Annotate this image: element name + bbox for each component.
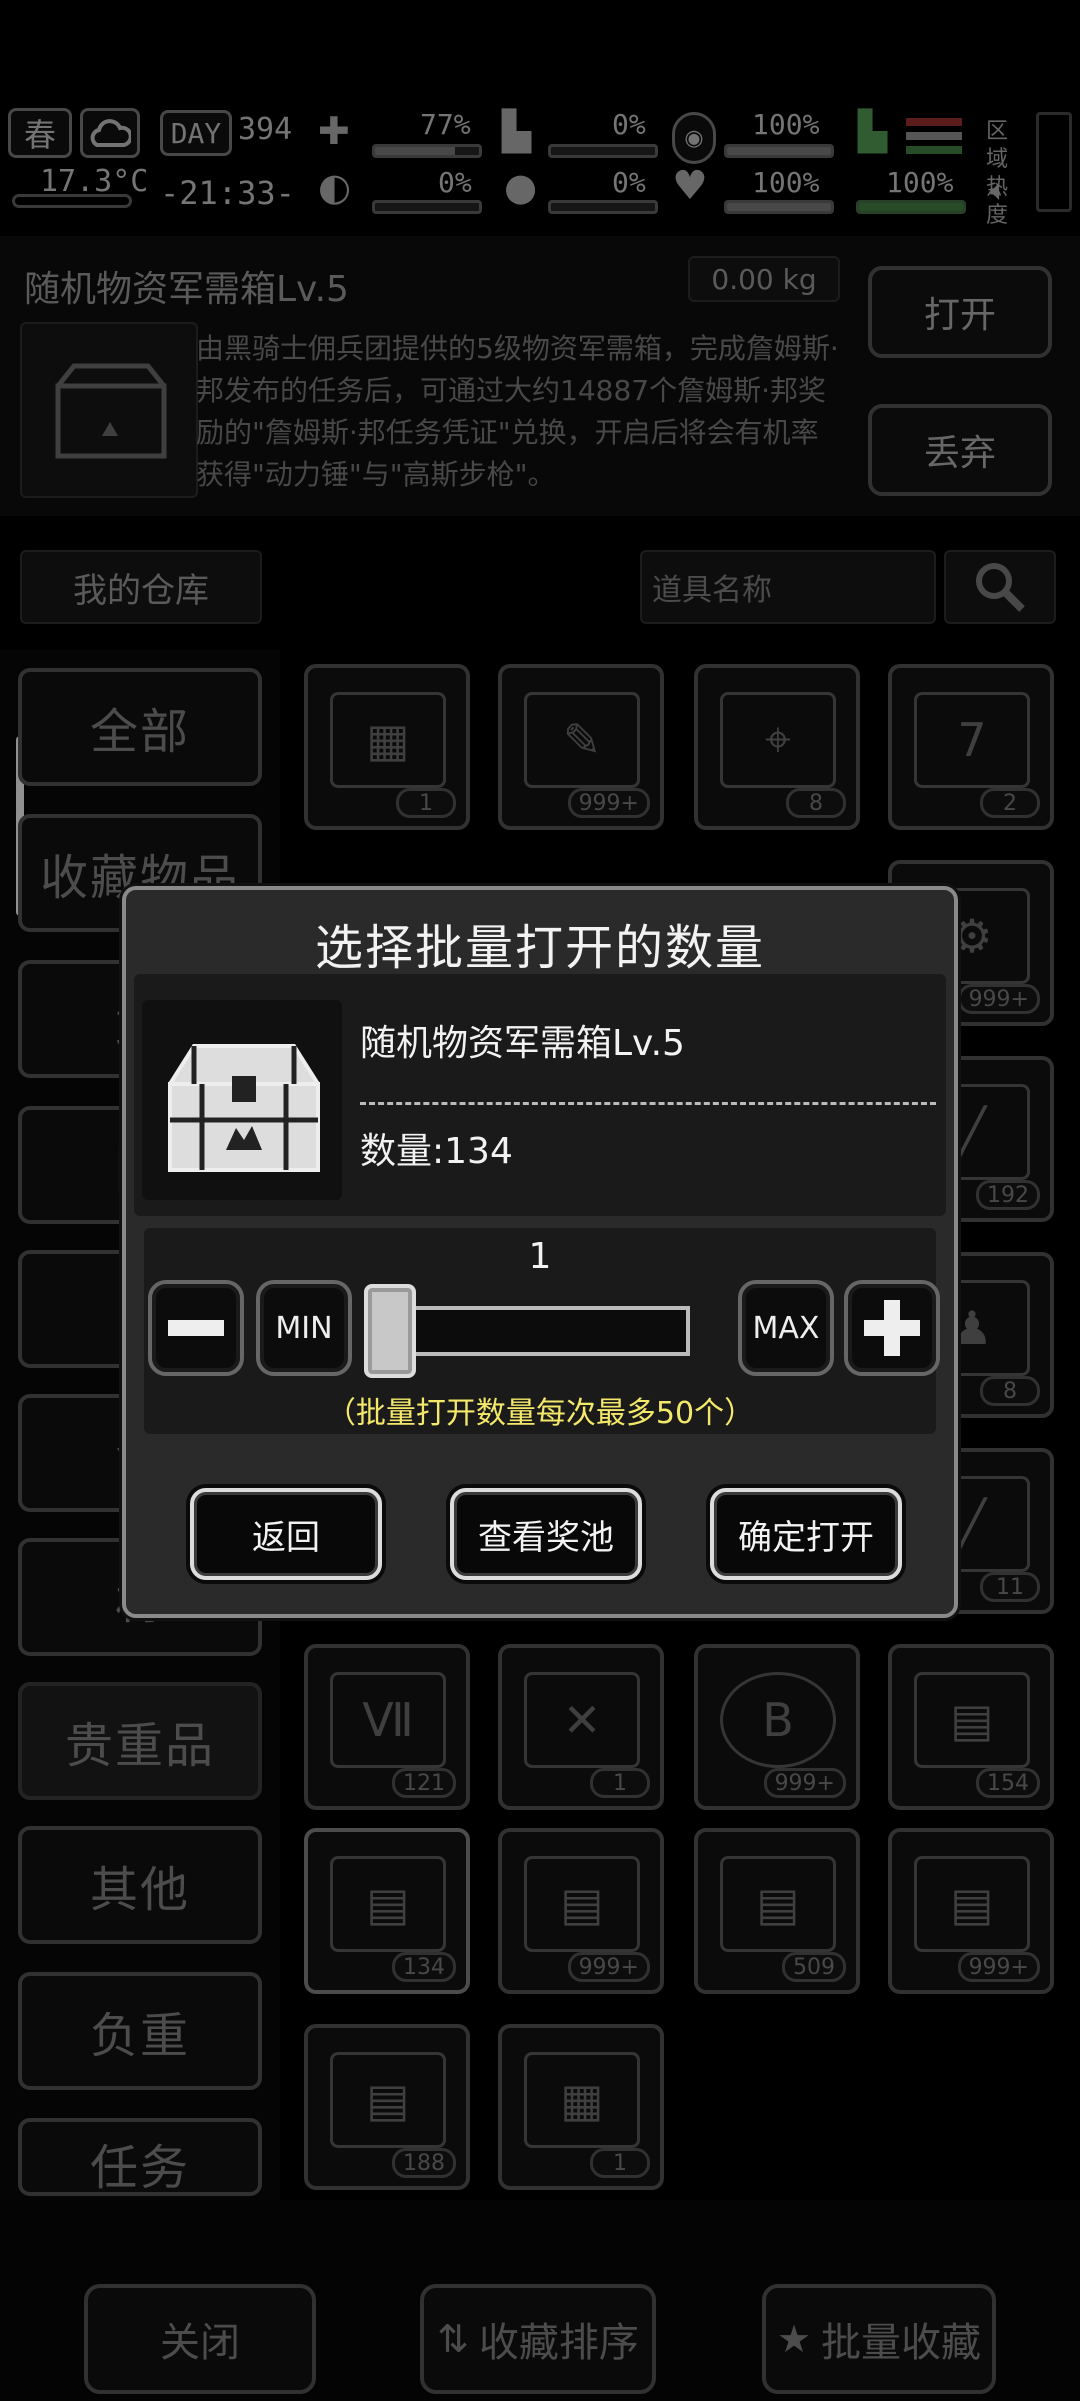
dialog-item-thumbnail xyxy=(142,1000,342,1200)
crate-icon xyxy=(168,1044,320,1172)
back-button[interactable]: 返回 xyxy=(190,1488,382,1580)
quantity-slider-thumb[interactable] xyxy=(364,1284,416,1378)
increase-button[interactable] xyxy=(844,1280,940,1376)
confirm-open-button[interactable]: 确定打开 xyxy=(710,1488,902,1580)
dialog-item-quantity: 数量:134 xyxy=(360,1131,513,1172)
dialog-item-name: 随机物资军需箱Lv.5 xyxy=(360,1023,685,1064)
slider-value: 1 xyxy=(528,1236,552,1277)
quantity-control: 1 MIN MAX （批量打开数量每次最多50个） xyxy=(144,1228,940,1434)
dialog-divider xyxy=(360,1102,936,1105)
dialog-item-info: 随机物资军需箱Lv.5 数量:134 xyxy=(134,974,946,1216)
plus-icon xyxy=(864,1300,920,1356)
minus-icon xyxy=(168,1320,224,1336)
batch-limit-hint: （批量打开数量每次最多50个） xyxy=(325,1396,755,1431)
min-button[interactable]: MIN xyxy=(256,1280,352,1376)
max-button[interactable]: MAX xyxy=(738,1280,834,1376)
dialog-title: 选择批量打开的数量 xyxy=(314,920,765,976)
view-pool-button[interactable]: 查看奖池 xyxy=(450,1488,642,1580)
decrease-button[interactable] xyxy=(148,1280,244,1376)
batch-open-dialog: 选择批量打开的数量 随机物资军需箱Lv.5 数量:134 1 MIN MAX （… xyxy=(122,886,958,1618)
